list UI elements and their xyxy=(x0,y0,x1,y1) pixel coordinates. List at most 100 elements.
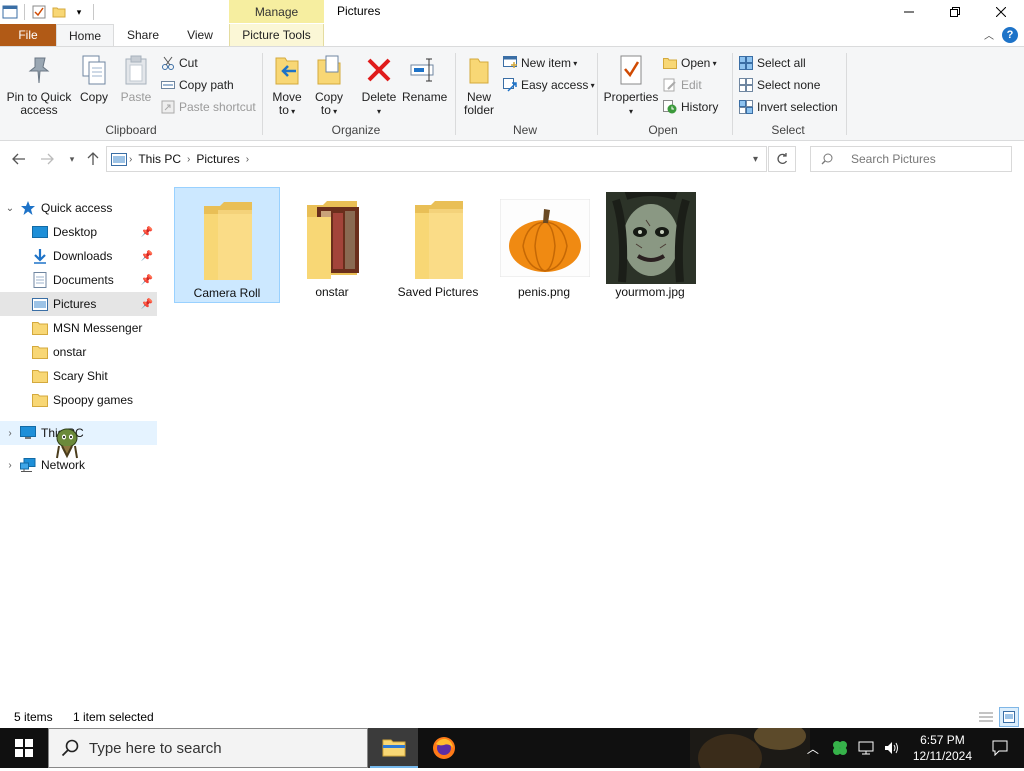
nav-item-desktop[interactable]: Desktop 📌 xyxy=(0,220,157,244)
select-none-button[interactable]: Select none xyxy=(738,75,820,95)
nav-quick-access[interactable]: ⌄ Quick access xyxy=(0,196,157,220)
collapse-ribbon-icon[interactable]: ︿ xyxy=(984,27,994,42)
paste-label: Paste xyxy=(120,90,152,104)
address-dropdown-chevron-icon[interactable]: ▾ xyxy=(753,154,758,165)
pin-icon[interactable]: 📌 xyxy=(141,275,153,286)
taskbar-firefox[interactable] xyxy=(420,728,468,768)
taskbar-file-explorer[interactable] xyxy=(370,728,418,768)
chevron-right-icon[interactable]: › xyxy=(129,154,132,165)
taskbar-search-placeholder: Type here to search xyxy=(89,739,222,757)
back-arrow-icon[interactable] xyxy=(9,149,29,169)
desktop-pet-sprite[interactable] xyxy=(52,426,82,460)
customize-toolbar-icon[interactable]: ▾ xyxy=(71,4,87,20)
address-bar[interactable]: › This PC › Pictures › ▾ xyxy=(106,146,767,172)
breadcrumb-this-pc[interactable]: This PC xyxy=(138,152,181,166)
history-button[interactable]: History xyxy=(662,97,718,117)
new-folder-icon[interactable] xyxy=(51,4,67,20)
select-all-button[interactable]: Select all xyxy=(738,53,806,73)
properties-button[interactable]: Properties ▾ xyxy=(602,53,660,118)
refresh-button[interactable] xyxy=(768,146,796,172)
nav-item-msn-messenger[interactable]: MSN Messenger xyxy=(0,316,157,340)
properties-icon[interactable] xyxy=(31,4,47,20)
new-folder-button[interactable]: New folder xyxy=(458,53,500,117)
nav-item-spoopy-games[interactable]: Spoopy games xyxy=(0,388,157,412)
item-count: 5 items xyxy=(14,710,53,724)
copy-button[interactable]: Copy xyxy=(74,53,114,104)
group-divider xyxy=(262,53,263,135)
taskbar-search-box[interactable]: Type here to search xyxy=(48,728,368,768)
forward-arrow-icon[interactable] xyxy=(37,149,57,169)
volume-icon[interactable] xyxy=(884,741,900,755)
divider xyxy=(24,4,25,20)
recent-locations-chevron-icon[interactable]: ▾ xyxy=(62,149,82,169)
pin-icon[interactable]: 📌 xyxy=(141,251,153,262)
delete-button[interactable]: Delete ▾ xyxy=(358,53,400,118)
breadcrumb-pictures[interactable]: Pictures xyxy=(196,152,239,166)
search-box[interactable]: Search Pictures xyxy=(810,146,1012,172)
nav-item-downloads[interactable]: Downloads 📌 xyxy=(0,244,157,268)
file-item-camera-roll[interactable]: Camera Roll xyxy=(174,187,280,303)
cut-button[interactable]: Cut xyxy=(160,53,198,73)
desktop-icon xyxy=(32,224,48,240)
rename-button[interactable]: Rename xyxy=(402,53,447,104)
clock[interactable]: 6:57 PM 12/11/2024 xyxy=(913,732,972,764)
chevron-right-icon[interactable]: › xyxy=(187,154,190,165)
invert-selection-button[interactable]: Invert selection xyxy=(738,97,838,117)
nav-item-onstar[interactable]: onstar xyxy=(0,340,157,364)
tab-home[interactable]: Home xyxy=(56,24,114,46)
network-status-icon[interactable] xyxy=(858,741,874,755)
edit-button[interactable]: Edit xyxy=(662,75,702,95)
start-button[interactable] xyxy=(0,728,48,768)
folder-icon xyxy=(394,191,484,285)
show-hidden-icons-chevron-icon[interactable]: ︿ xyxy=(807,740,819,757)
file-item-saved-pictures[interactable]: Saved Pictures xyxy=(386,187,492,303)
close-button[interactable] xyxy=(978,0,1024,24)
paste-shortcut-button[interactable]: Paste shortcut xyxy=(160,97,256,117)
file-item-yourmom-jpg[interactable]: yourmom.jpg xyxy=(598,187,704,303)
new-folder-icon xyxy=(463,53,495,87)
clover-app-icon[interactable] xyxy=(832,740,848,756)
copy-to-button[interactable]: Copy to ▾ xyxy=(310,53,348,118)
move-to-button[interactable]: Move to ▾ xyxy=(268,53,306,118)
easy-access-button[interactable]: Easy access ▾ xyxy=(502,75,595,95)
tab-picture-tools[interactable]: Picture Tools xyxy=(229,24,324,46)
pin-icon[interactable]: 📌 xyxy=(141,227,153,238)
tab-share[interactable]: Share xyxy=(114,24,172,46)
chevron-right-icon[interactable]: › xyxy=(4,460,16,471)
navigation-bar: ▾ › This PC › Pictures › ▾ Search Pictur… xyxy=(0,142,1024,176)
taskbar-wallpaper-peek xyxy=(690,722,810,771)
ribbon-home: Pin to Quick access Copy Paste Cut Copy … xyxy=(0,46,1024,141)
delete-label: Delete xyxy=(361,90,397,104)
explorer-window-icon[interactable] xyxy=(2,4,18,20)
pin-icon[interactable]: 📌 xyxy=(141,299,153,310)
notifications-icon[interactable] xyxy=(992,740,1008,756)
nav-item-pictures[interactable]: Pictures 📌 xyxy=(0,292,157,316)
easy-access-label: Easy access xyxy=(521,78,589,92)
nav-item-scary-shit[interactable]: Scary Shit xyxy=(0,364,157,388)
restore-button[interactable] xyxy=(932,0,978,24)
copy-path-button[interactable]: Copy path xyxy=(160,75,234,95)
nav-item-documents[interactable]: Documents 📌 xyxy=(0,268,157,292)
tab-file[interactable]: File xyxy=(0,24,56,46)
up-arrow-icon[interactable] xyxy=(83,149,103,169)
open-button[interactable]: Open ▾ xyxy=(662,53,717,73)
taskbar: Type here to search ︿ 6:57 PM 12/11/2024 xyxy=(0,722,1024,771)
chevron-right-icon[interactable]: › xyxy=(4,428,16,439)
ribbon-tabs: File Home Share View Picture Tools ︿ ? xyxy=(0,24,1024,46)
network-icon xyxy=(20,457,36,473)
minimize-button[interactable] xyxy=(886,0,932,24)
move-to-icon xyxy=(271,53,303,87)
group-divider xyxy=(732,53,733,135)
pin-to-quick-access-button[interactable]: Pin to Quick access xyxy=(4,53,74,117)
file-explorer-icon xyxy=(382,739,406,757)
new-item-button[interactable]: New item ▾ xyxy=(502,53,577,73)
paste-button[interactable]: Paste xyxy=(116,53,156,104)
tab-view[interactable]: View xyxy=(172,24,228,46)
help-icon[interactable]: ? xyxy=(1002,27,1018,43)
chevron-down-icon[interactable]: ⌄ xyxy=(4,203,16,214)
large-icons-view-icon[interactable] xyxy=(999,707,1019,727)
details-view-icon[interactable] xyxy=(977,708,995,726)
chevron-right-icon[interactable]: › xyxy=(246,154,249,165)
file-item-onstar[interactable]: onstar xyxy=(280,187,386,303)
file-item-penis-png[interactable]: penis.png xyxy=(492,187,598,303)
